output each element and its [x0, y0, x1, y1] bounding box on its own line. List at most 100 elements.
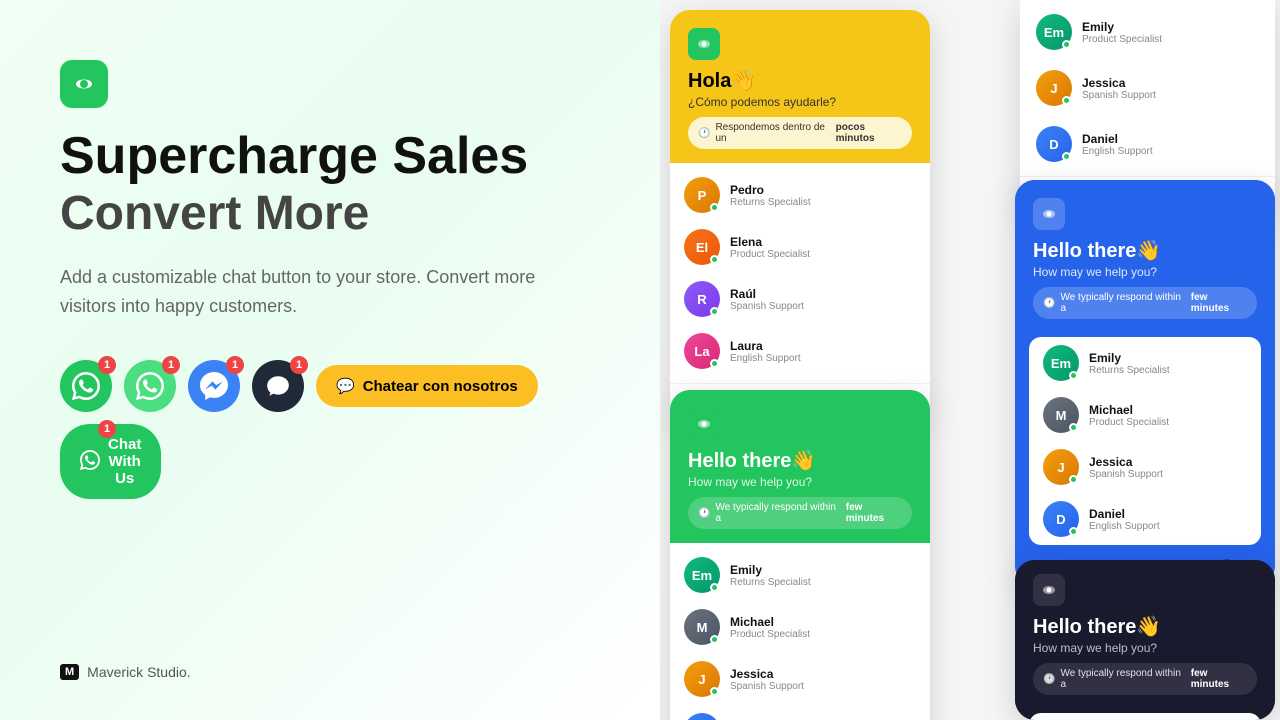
agent-pedro-avatar: P	[684, 177, 720, 213]
chatear-button[interactable]: 💬 Chatear con nosotros	[316, 365, 538, 407]
widget-blue-agents-container: Em Emily Returns Specialist M Michael Pr…	[1029, 337, 1261, 545]
agent-emily-wt-info: Emily Product Specialist	[1082, 20, 1162, 45]
clock-icon: 🕐	[698, 128, 710, 139]
agent-elena-role: Product Specialist	[730, 249, 810, 260]
agent-daniel-b-info: Daniel English Support	[1089, 507, 1160, 532]
widget-dark-subtitle: How may we help you?	[1033, 641, 1257, 655]
headline-secondary: Convert More	[60, 185, 600, 243]
agent-michael-b[interactable]: M Michael Product Specialist	[1029, 389, 1261, 441]
response-text-d: We typically respond within a	[1060, 668, 1185, 690]
maverick-logo: M Maverick Studio.	[60, 664, 600, 680]
chat-icon[interactable]: 1	[252, 360, 304, 412]
response-bold-g: few minutes	[846, 502, 902, 524]
agent-emily-g-info: Emily Returns Specialist	[730, 563, 811, 588]
agent-raul[interactable]: R Raúl Spanish Support	[670, 273, 930, 325]
agent-daniel-wt-name: Daniel	[1082, 132, 1153, 146]
widget-yellow-agents: P Pedro Returns Specialist El Elena Prod…	[670, 163, 930, 383]
widget-blue-response: 🕐 We typically respond within a few minu…	[1033, 287, 1257, 319]
agent-emily-b-avatar: Em	[1043, 345, 1079, 381]
badge-1: 1	[98, 356, 116, 374]
subtext: Add a customizable chat button to your s…	[60, 263, 540, 321]
agent-jessica-wt-name: Jessica	[1082, 76, 1156, 90]
agent-emily-wt-avatar: Em	[1036, 14, 1072, 50]
agent-jessica-g-avatar: J	[684, 661, 720, 697]
agent-emily-d[interactable]: Em Emily Returns Specialist	[1029, 713, 1261, 720]
widget-dark-response: 🕐 We typically respond within a few minu…	[1033, 663, 1257, 695]
agent-jessica-wt[interactable]: J Jessica Spanish Support	[1020, 60, 1275, 116]
widget-yellow: Hola👋 ¿Cómo podemos ayudarle? 🕐 Responde…	[670, 10, 930, 421]
agent-elena-info: Elena Product Specialist	[730, 235, 810, 260]
maverick-icon: M	[60, 664, 79, 680]
widget-blue-header: Hello there👋 How may we help you? 🕐 We t…	[1015, 180, 1275, 329]
badge-2: 1	[162, 356, 180, 374]
widget-blue-greeting: Hello there👋	[1033, 238, 1257, 263]
right-panel: Hola👋 ¿Cómo podemos ayudarle? 🕐 Responde…	[660, 0, 1280, 720]
agent-jessica-b-role: Spanish Support	[1089, 469, 1163, 480]
chat-icon-emoji	[80, 450, 100, 474]
agent-raul-role: Spanish Support	[730, 301, 804, 312]
agent-laura-info: Laura English Support	[730, 339, 801, 364]
white-top-agents: Em Emily Product Specialist J Jessica Sp…	[1020, 0, 1275, 176]
logo-area	[60, 60, 600, 108]
agent-jessica-b[interactable]: J Jessica Spanish Support	[1029, 441, 1261, 493]
agent-daniel-wt-avatar: D	[1036, 126, 1072, 162]
agent-michael-g-role: Product Specialist	[730, 629, 810, 640]
agent-daniel-g[interactable]: D Daniel English Support	[670, 705, 930, 720]
agent-jessica-wt-info: Jessica Spanish Support	[1082, 76, 1156, 101]
agent-daniel-wt-role: English Support	[1082, 146, 1153, 157]
widget-dark-greeting: Hello there👋	[1033, 614, 1257, 639]
agent-michael-g-name: Michael	[730, 615, 810, 629]
agent-emily-wt[interactable]: Em Emily Product Specialist	[1020, 4, 1275, 60]
clock-icon-d: 🕐	[1043, 674, 1055, 685]
agent-daniel-wt-info: Daniel English Support	[1082, 132, 1153, 157]
agent-elena-name: Elena	[730, 235, 810, 249]
agent-jessica-wt-avatar: J	[1036, 70, 1072, 106]
widget-green-greeting: Hello there👋	[688, 448, 912, 473]
whatsapp-icon-2[interactable]: 1	[124, 360, 176, 412]
agent-emily-b[interactable]: Em Emily Returns Specialist	[1029, 337, 1261, 389]
agent-laura-avatar: La	[684, 333, 720, 369]
agent-emily-b-role: Returns Specialist	[1089, 365, 1170, 376]
agent-emily-g-role: Returns Specialist	[730, 577, 811, 588]
agent-emily-wt-role: Product Specialist	[1082, 34, 1162, 45]
agent-michael-b-info: Michael Product Specialist	[1089, 403, 1169, 428]
agent-jessica-g-name: Jessica	[730, 667, 804, 681]
chatear-icon: 💬	[336, 377, 355, 395]
whatsapp-icon-1[interactable]: 1	[60, 360, 112, 412]
chat-with-us-label: Chat With Us	[108, 436, 141, 487]
agent-emily-b-info: Emily Returns Specialist	[1089, 351, 1170, 376]
widget-blue-subtitle: How may we help you?	[1033, 265, 1257, 279]
agent-michael-b-name: Michael	[1089, 403, 1169, 417]
widget-yellow-subtitle: ¿Cómo podemos ayudarle?	[688, 95, 912, 109]
agent-laura[interactable]: La Laura English Support	[670, 325, 930, 377]
agent-laura-role: English Support	[730, 353, 801, 364]
widget-green-header: Hello there👋 How may we help you? 🕐 We t…	[670, 390, 930, 543]
agent-emily-wt-name: Emily	[1082, 20, 1162, 34]
agent-elena-avatar: El	[684, 229, 720, 265]
agent-raul-name: Raúl	[730, 287, 804, 301]
agent-emily-b-name: Emily	[1089, 351, 1170, 365]
chatear-label: Chatear con nosotros	[363, 378, 518, 395]
agent-daniel-wt[interactable]: D Daniel English Support	[1020, 116, 1275, 172]
agent-jessica-b-info: Jessica Spanish Support	[1089, 455, 1163, 480]
agent-michael-g-info: Michael Product Specialist	[730, 615, 810, 640]
agent-jessica-g[interactable]: J Jessica Spanish Support	[670, 653, 930, 705]
messenger-icon[interactable]: 1	[188, 360, 240, 412]
agent-pedro-name: Pedro	[730, 183, 811, 197]
agent-daniel-b-name: Daniel	[1089, 507, 1160, 521]
agent-jessica-g-info: Jessica Spanish Support	[730, 667, 804, 692]
agent-emily-g-name: Emily	[730, 563, 811, 577]
clock-icon-b: 🕐	[1043, 298, 1055, 309]
agent-elena[interactable]: El Elena Product Specialist	[670, 221, 930, 273]
agent-michael-g-avatar: M	[684, 609, 720, 645]
widget-green-agents: Em Emily Returns Specialist M Michael Pr…	[670, 543, 930, 720]
agent-michael-g[interactable]: M Michael Product Specialist	[670, 601, 930, 653]
widget-logo-green	[688, 408, 720, 440]
agent-pedro[interactable]: P Pedro Returns Specialist	[670, 169, 930, 221]
agent-jessica-g-role: Spanish Support	[730, 681, 804, 692]
agent-daniel-b[interactable]: D Daniel English Support	[1029, 493, 1261, 545]
maverick-text: Maverick Studio.	[87, 664, 190, 680]
widget-logo-blue	[1033, 198, 1065, 230]
agent-emily-g[interactable]: Em Emily Returns Specialist	[670, 549, 930, 601]
widget-yellow-response: 🕐 Respondemos dentro de un pocos minutos	[688, 117, 912, 149]
